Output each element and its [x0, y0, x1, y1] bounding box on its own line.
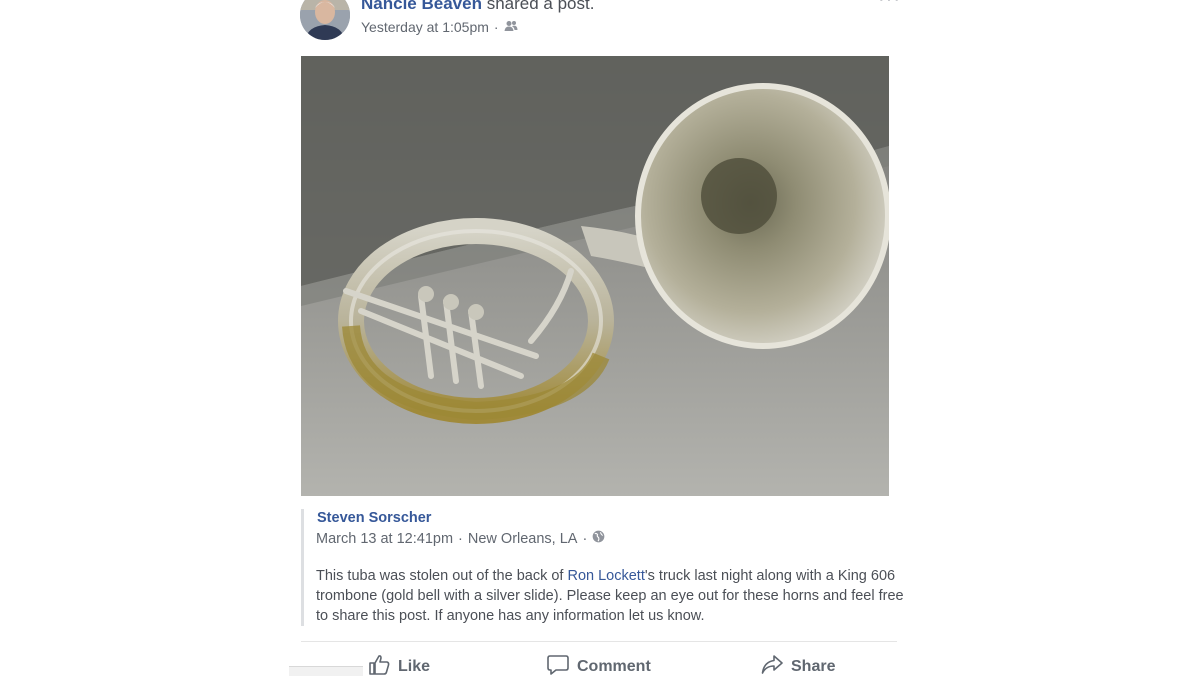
location-link[interactable]: New Orleans, LA: [468, 531, 578, 547]
post-body: This tuba was stolen out of the back of …: [316, 566, 906, 626]
ellipsis-icon[interactable]: ···: [878, 0, 902, 9]
post-meta: Yesterday at 1:05pm ·: [361, 19, 518, 35]
meta-separator: ·: [493, 19, 499, 35]
friends-icon[interactable]: [504, 19, 518, 35]
author-avatar[interactable]: [300, 0, 350, 40]
thumbs-up-icon: [368, 654, 390, 680]
post-header: Nancie Beaven shared a post.: [361, 0, 594, 14]
mention-link[interactable]: Ron Lockett: [567, 568, 644, 584]
globe-icon[interactable]: [592, 530, 605, 547]
comment-icon: [547, 654, 569, 680]
meta-separator: ·: [458, 530, 463, 547]
actions-divider: [301, 641, 897, 642]
original-post-meta: March 13 at 12:41pm · New Orleans, LA ·: [316, 530, 605, 547]
action-bar: Like Comment Share: [0, 654, 1200, 675]
author-name-link[interactable]: Nancie Beaven: [361, 0, 482, 13]
share-icon: [761, 654, 783, 680]
share-button[interactable]: Share: [761, 654, 835, 680]
post-timestamp[interactable]: Yesterday at 1:05pm: [361, 19, 489, 35]
sousaphone-photo[interactable]: [301, 56, 889, 496]
post-text-before: This tuba was stolen out of the back of: [316, 568, 568, 584]
meta-separator: ·: [582, 530, 588, 547]
quote-bar: [301, 509, 304, 626]
shared-post-link[interactable]: post.: [558, 0, 595, 13]
comment-button[interactable]: Comment: [547, 654, 651, 680]
original-author-link[interactable]: Steven Sorscher: [317, 510, 431, 526]
share-label: Share: [791, 658, 836, 675]
like-label: Like: [398, 658, 431, 675]
like-button[interactable]: Like: [368, 654, 430, 680]
comment-label: Comment: [577, 658, 651, 675]
original-post-date[interactable]: March 13 at 12:41pm: [316, 531, 453, 547]
shared-action-text: shared a: [486, 0, 553, 13]
